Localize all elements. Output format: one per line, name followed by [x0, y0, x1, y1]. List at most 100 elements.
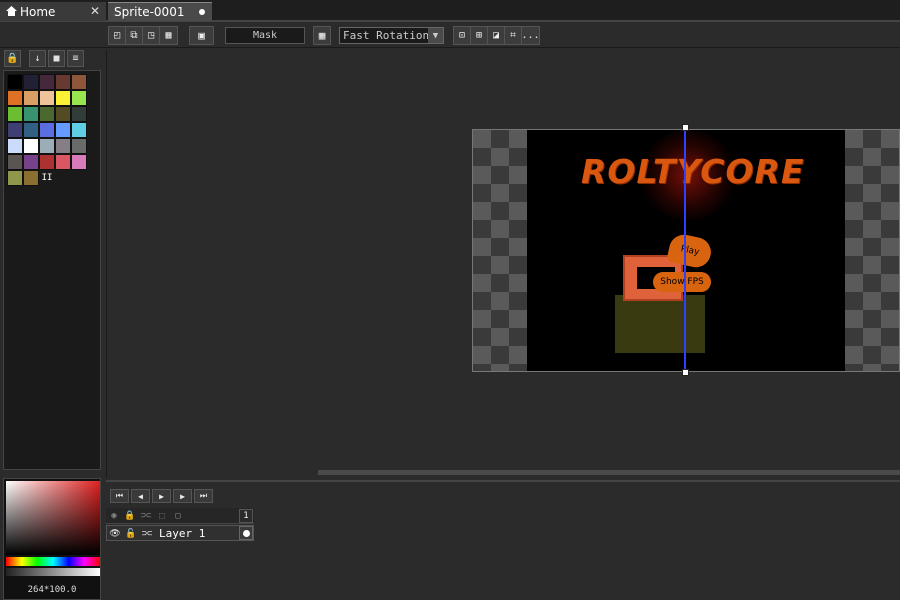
alpha-slider[interactable] — [6, 568, 100, 576]
palette-swatch[interactable] — [55, 138, 71, 154]
previous-frame-icon[interactable]: ◀ — [131, 489, 150, 503]
crop-icon[interactable]: ⌗ — [505, 27, 522, 44]
palette-swatch[interactable] — [39, 74, 55, 90]
cel-dot-icon — [242, 529, 250, 537]
visibility-header-icon[interactable]: ◉ — [106, 508, 122, 524]
sprite-canvas[interactable]: ROLTYCORE Play Show FPS — [472, 129, 900, 372]
palette-more-label: II — [41, 173, 53, 183]
more-options-button[interactable]: ... — [521, 27, 539, 44]
menu-icon[interactable]: ≡ — [67, 50, 84, 67]
transform-guide-line[interactable] — [684, 128, 686, 373]
cel-cell[interactable] — [239, 526, 253, 540]
subtract-selection-icon[interactable]: ◳ — [143, 27, 160, 44]
palette-toolbar: 🔒 ↓ ■ ≡ — [4, 50, 84, 67]
palette-swatch[interactable] — [71, 122, 87, 138]
palette-swatch[interactable] — [23, 154, 39, 170]
palette-swatch[interactable] — [71, 154, 87, 170]
palette-swatch[interactable] — [23, 138, 39, 154]
palette-swatch[interactable] — [7, 170, 23, 186]
play-icon[interactable]: ▶ — [152, 489, 171, 503]
palette-swatch[interactable] — [23, 74, 39, 90]
palette-swatch[interactable] — [7, 122, 23, 138]
tab-sprite[interactable]: Sprite-0001 — [108, 2, 212, 21]
tab-home[interactable]: Home ✕ — [0, 2, 106, 21]
palette-swatch[interactable] — [7, 154, 23, 170]
home-icon — [6, 5, 17, 19]
context-toolbar: ◰ ⧉ ◳ ▦ ▣ Mask ▦ Fast Rotation ▼ ⊡ ⊞ ◪ ⌗… — [0, 24, 900, 48]
palette-swatch[interactable] — [55, 154, 71, 170]
new-color-icon[interactable]: ■ — [48, 50, 65, 67]
palette-swatch[interactable] — [39, 138, 55, 154]
palette-swatch[interactable] — [55, 106, 71, 122]
skew-icon[interactable]: ◪ — [488, 27, 505, 44]
chevron-down-icon: ▼ — [428, 28, 443, 43]
arrow-down-icon[interactable]: ↓ — [29, 50, 46, 67]
palette-swatch[interactable] — [71, 138, 87, 154]
timeline-header: ◉ 🔒 ⊃⊂ ⬚ ▢ — [106, 508, 254, 524]
saturation-value-box[interactable] — [6, 481, 100, 555]
palette-swatch[interactable] — [39, 122, 55, 138]
pivot-button[interactable]: ▦ — [313, 26, 331, 45]
palette-swatch[interactable] — [7, 90, 23, 106]
palette-swatch[interactable] — [23, 106, 39, 122]
continuous-header-icon[interactable]: ⊃⊂ — [138, 508, 154, 524]
onion-skin-range-icon[interactable]: ▢ — [170, 508, 186, 524]
layer-row[interactable]: 👁 🔓 ⊃⊂ Layer 1 — [106, 525, 254, 541]
palette-swatches-area: II — [3, 70, 101, 470]
continuous-icon[interactable]: ⊃⊂ — [139, 526, 155, 542]
palette-swatch[interactable] — [55, 122, 71, 138]
add-selection-icon[interactable]: ⧉ — [126, 27, 143, 44]
rotation-algorithm-select[interactable]: Fast Rotation ▼ — [339, 27, 444, 44]
palette-swatch[interactable] — [55, 90, 71, 106]
last-frame-icon[interactable]: ⏭ — [194, 489, 213, 503]
unsaved-indicator-icon[interactable] — [199, 9, 205, 15]
transparency-checker-left — [473, 130, 527, 371]
app-window: Home ✕ Sprite-0001 ◰ ⧉ ◳ ▦ ▣ Mask ▦ Fast… — [0, 0, 900, 600]
transparent-color-button[interactable]: ▣ — [189, 26, 214, 45]
palette-swatch[interactable] — [71, 74, 87, 90]
tab-bar: Home ✕ Sprite-0001 — [0, 0, 900, 22]
palette-swatch[interactable] — [71, 106, 87, 122]
palette-swatch[interactable] — [23, 170, 39, 186]
lock-icon[interactable]: 🔒 — [4, 50, 21, 67]
palette-swatch[interactable] — [39, 90, 55, 106]
onion-skin-icon[interactable]: ⬚ — [154, 508, 170, 524]
palette-swatch[interactable] — [7, 74, 23, 90]
palette-swatch[interactable] — [71, 90, 87, 106]
fit-height-icon[interactable]: ⊞ — [471, 27, 488, 44]
bottom-transform-handle[interactable] — [682, 369, 689, 376]
first-frame-icon[interactable]: ⏮ — [110, 489, 129, 503]
lock-header-icon[interactable]: 🔒 — [122, 508, 138, 524]
intersect-selection-icon[interactable]: ▦ — [160, 27, 177, 44]
tab-home-label: Home — [20, 4, 56, 19]
rotation-algorithm-value: Fast Rotation — [343, 29, 430, 42]
mask-color-field[interactable]: Mask — [225, 27, 305, 44]
palette-swatch[interactable] — [7, 106, 23, 122]
pivot-icon: ▦ — [318, 29, 326, 42]
replace-selection-icon[interactable]: ◰ — [109, 27, 126, 44]
close-icon[interactable]: ✕ — [90, 4, 100, 18]
transform-group: ⊡ ⊞ ◪ ⌗ ... — [453, 26, 540, 45]
fps-bubble: Show FPS — [653, 272, 711, 292]
horizontal-scrollbar[interactable] — [318, 470, 900, 475]
frame-number[interactable]: 1 — [239, 509, 253, 523]
selection-mode-group: ◰ ⧉ ◳ ▦ — [108, 26, 178, 45]
transparency-checker-right — [845, 130, 899, 371]
next-frame-icon[interactable]: ▶ — [173, 489, 192, 503]
color-value-readout: 264*100.0 — [27, 585, 77, 595]
eye-icon[interactable]: 👁 — [107, 526, 123, 542]
palette-panel: 🔒 ↓ ■ ≡ II 264*100.0 — [0, 48, 104, 600]
unlock-icon[interactable]: 🔓 — [123, 526, 139, 542]
transparent-color-icon: ▣ — [198, 29, 205, 42]
fit-width-icon[interactable]: ⊡ — [454, 27, 471, 44]
logo-text: ROLTYCORE — [581, 152, 805, 191]
palette-swatch[interactable] — [39, 154, 55, 170]
hue-slider[interactable] — [6, 557, 100, 566]
palette-swatch[interactable] — [39, 106, 55, 122]
palette-swatch[interactable] — [55, 74, 71, 90]
top-transform-handle[interactable] — [682, 124, 689, 131]
mask-label: Mask — [252, 30, 278, 41]
palette-swatch[interactable] — [23, 90, 39, 106]
palette-swatch[interactable] — [7, 138, 23, 154]
palette-swatch[interactable] — [23, 122, 39, 138]
